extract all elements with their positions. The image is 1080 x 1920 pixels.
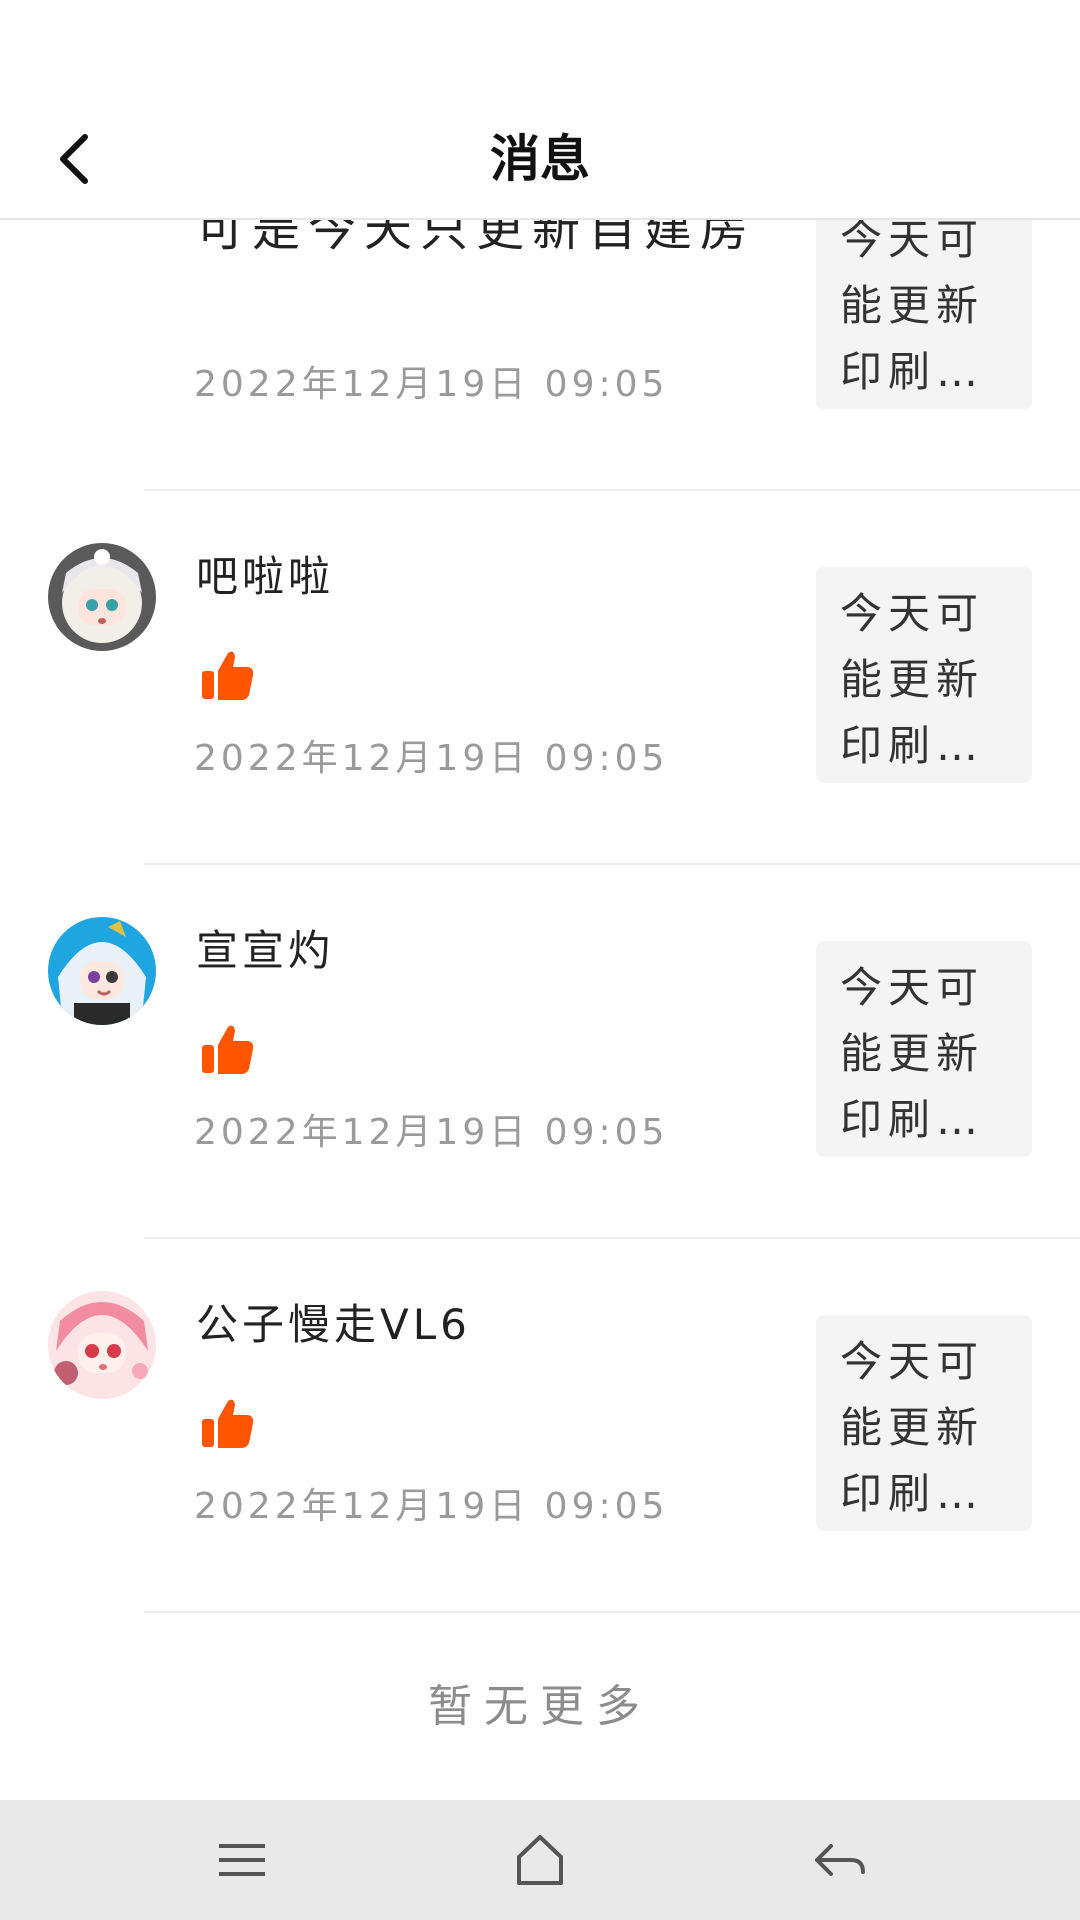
avatar[interactable] [48, 543, 156, 651]
user-name[interactable]: 宣宣灼 [196, 917, 334, 978]
home-button[interactable] [510, 1830, 570, 1890]
user-name[interactable]: 吧啦啦 [196, 543, 334, 604]
menu-icon [219, 1844, 265, 1876]
list-item[interactable]: 吧啦啦 2022年12月19日 09:05 今天可能更新印刷… [0, 491, 1080, 865]
list-item[interactable]: 宣宣灼 2022年12月19日 09:05 今天可能更新印刷… [0, 865, 1080, 1239]
timestamp: 2022年12月19日 09:05 [194, 738, 669, 779]
header: 消息 [0, 100, 1080, 220]
post-preview[interactable]: 今天可能更新印刷… [816, 941, 1032, 1157]
thumbs-up-icon [202, 1025, 254, 1074]
timestamp: 2022年12月19日 09:05 [194, 1486, 669, 1527]
menu-button[interactable] [212, 1830, 272, 1890]
post-preview[interactable]: 今天可能更新印刷… [816, 1315, 1032, 1531]
timestamp: 2022年12月19日 09:05 [194, 364, 669, 405]
home-icon [517, 1835, 563, 1885]
page-title: 消息 [490, 130, 590, 188]
comment-text: 可是今天只更新自建房 [196, 218, 757, 257]
avatar[interactable] [48, 1291, 156, 1399]
message-list[interactable]: 可是今天只更新自建房 2022年12月19日 09:05 今天可能更新印刷… 吧… [0, 218, 1080, 1798]
divider [144, 1611, 1080, 1613]
user-name[interactable]: 公子慢走VL6 [196, 1291, 471, 1352]
status-bar [0, 0, 1080, 100]
no-more-label: 暂无更多 [428, 1681, 652, 1732]
avatar[interactable] [48, 917, 156, 1025]
list-item[interactable]: 可是今天只更新自建房 2022年12月19日 09:05 今天可能更新印刷… [0, 218, 1080, 491]
timestamp: 2022年12月19日 09:05 [194, 1112, 669, 1153]
post-preview[interactable]: 今天可能更新印刷… [816, 218, 1032, 409]
system-nav-bar [0, 1800, 1080, 1920]
back-nav-button[interactable] [810, 1830, 870, 1890]
post-preview[interactable]: 今天可能更新印刷… [816, 567, 1032, 783]
list-item[interactable]: 公子慢走VL6 2022年12月19日 09:05 今天可能更新印刷… [0, 1239, 1080, 1613]
thumbs-up-icon [202, 1399, 254, 1448]
thumbs-up-icon [202, 651, 254, 700]
back-arrow-icon [815, 1844, 865, 1876]
